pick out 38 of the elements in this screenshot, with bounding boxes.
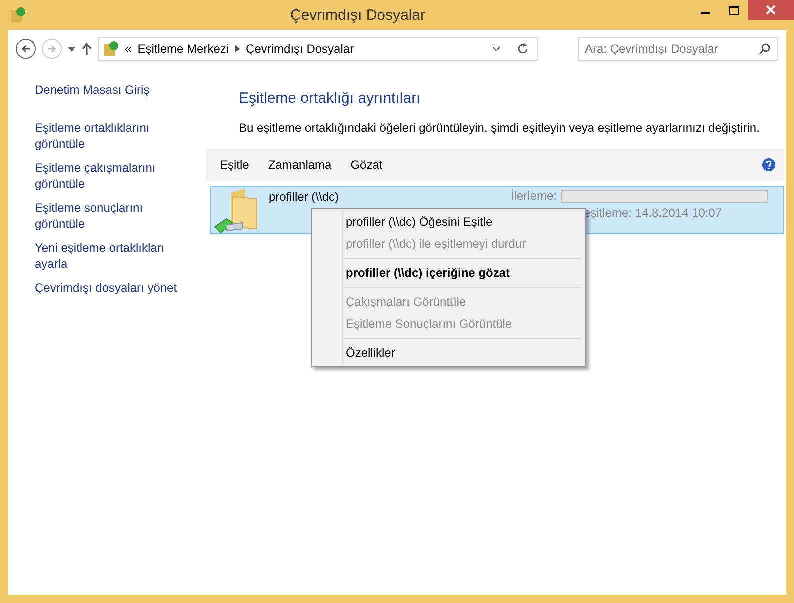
description: Bu eşitleme ortaklığındaki öğeleri görüntüleyin, şimdi eşitleyin veya eşitleme ayarlarınızı değiştirin. <box>239 121 761 135</box>
sync-folder-icon <box>103 41 119 57</box>
back-button[interactable] <box>16 39 36 59</box>
menu-item[interactable]: Özellikler <box>314 342 583 364</box>
sidebar-link[interactable]: Eşitleme ortaklıklarını görüntüle <box>35 120 192 152</box>
item-name: profiller (\\dc) <box>269 190 340 205</box>
maximize-icon <box>729 6 739 14</box>
menu-item[interactable]: profiller (\\dc) içeriğine gözat <box>314 262 583 284</box>
chevron-right-icon <box>235 45 240 53</box>
close-icon <box>766 5 776 15</box>
window-title: Çevrimdışı Dosyalar <box>289 6 427 24</box>
sidebar-link[interactable]: Denetim Masası Giriş <box>35 82 192 98</box>
toolbar-button[interactable]: Eşitle <box>220 158 258 172</box>
chevron-down-icon[interactable] <box>492 46 501 52</box>
page-heading: Eşitleme ortaklığı ayrıntıları <box>239 90 422 107</box>
help-icon[interactable] <box>762 158 776 172</box>
overflow-chevron[interactable]: « <box>125 42 132 56</box>
sidebar-link[interactable]: Eşitleme çakışmalarını görüntüle <box>35 160 192 192</box>
search-field[interactable]: Ara: Çevrimdışı Dosyalar <box>578 37 778 61</box>
sidebar-link[interactable]: Yeni eşitleme ortaklıkları ayarla <box>35 240 192 272</box>
address-bar[interactable]: « Eşitleme Merkezi Çevrimdışı Dosyalar <box>98 37 538 61</box>
back-arrow-icon <box>21 44 31 54</box>
refresh-icon[interactable] <box>517 43 529 55</box>
sidebar-link[interactable]: Çevrimdışı dosyaları yönet <box>35 280 192 296</box>
sidebar-link[interactable]: Eşitleme sonuçlarını görüntüle <box>35 200 192 232</box>
progress-label: İlerleme: <box>511 189 558 203</box>
sync-folder-icon <box>10 7 26 23</box>
toolbar-button[interactable]: Gözat <box>350 158 392 172</box>
dropdown-icon[interactable] <box>68 46 76 52</box>
close-button[interactable] <box>748 0 794 20</box>
forward-arrow-icon <box>47 44 57 54</box>
up-arrow-icon[interactable] <box>82 43 92 55</box>
breadcrumb[interactable]: Eşitleme Merkezi <box>138 42 230 56</box>
menu-item[interactable]: profiller (\\dc) Öğesini Eşitle <box>314 211 583 233</box>
minimize-icon <box>700 12 710 14</box>
search-icon <box>759 43 771 55</box>
toolbar-button[interactable]: Zamanlama <box>268 158 341 172</box>
breadcrumb[interactable]: Çevrimdışı Dosyalar <box>246 42 354 56</box>
